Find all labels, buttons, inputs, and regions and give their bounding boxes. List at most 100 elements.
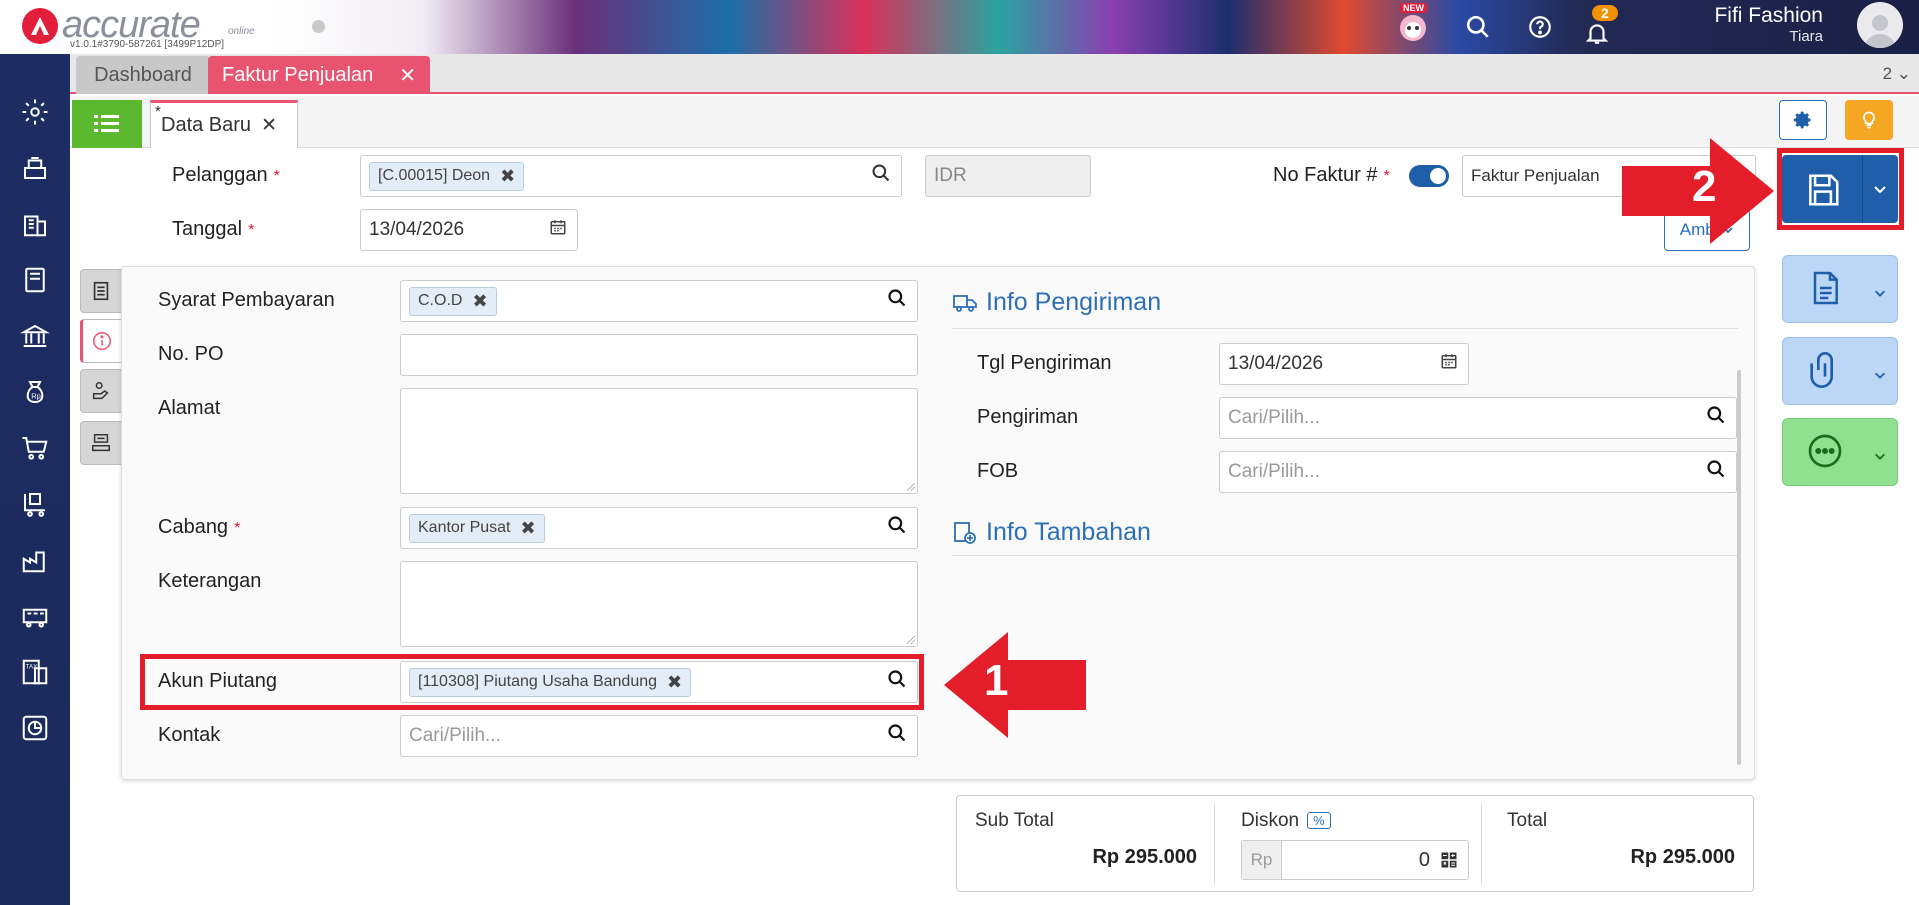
calendar-icon[interactable] — [1440, 352, 1458, 376]
document-add-icon — [952, 520, 978, 546]
search-icon[interactable] — [887, 723, 907, 749]
user-subtitle: Tiara — [1789, 28, 1823, 45]
money-bag-icon[interactable]: Rp — [17, 374, 53, 410]
payment-tab[interactable] — [80, 369, 122, 413]
tabs-bar: Dashboard Faktur Penjualan ✕ 2 ⌄ — [70, 54, 1919, 94]
help-icon[interactable] — [1523, 10, 1557, 44]
diskon-field[interactable]: Rp 0 — [1241, 840, 1469, 880]
search-icon[interactable] — [1461, 10, 1495, 44]
svg-text:TAX: TAX — [26, 663, 39, 670]
annotation-number-1: 1 — [984, 656, 1009, 705]
factory-icon[interactable] — [17, 542, 53, 578]
diskon-currency: Rp — [1242, 841, 1282, 879]
cost-tab[interactable] — [80, 421, 122, 465]
unsaved-marker: * — [155, 103, 161, 120]
chevron-down-icon — [1873, 286, 1887, 305]
subtab-data-baru[interactable]: * Data Baru ✕ — [150, 100, 298, 148]
calculator-icon[interactable] — [1440, 851, 1468, 869]
bank-icon[interactable] — [17, 318, 53, 354]
pelanggan-field[interactable]: [C.00015] Deon ✖ — [360, 155, 902, 197]
total-label: Total — [1507, 810, 1548, 831]
remove-chip-icon[interactable]: ✖ — [500, 166, 515, 187]
no-po-field[interactable] — [400, 334, 918, 376]
chevron-down-icon — [1873, 368, 1887, 387]
shopping-cart-icon[interactable] — [17, 430, 53, 466]
tgl-pengiriman-label: Tgl Pengiriman — [977, 352, 1112, 374]
list-icon — [94, 115, 119, 132]
tgl-pengiriman-field[interactable]: 13/04/2026 — [1219, 343, 1469, 385]
subtotal-label: Sub Total — [975, 810, 1054, 831]
form-settings-button[interactable] — [1779, 100, 1827, 140]
fob-label: FOB — [977, 460, 1019, 482]
highlight-akun-piutang — [140, 654, 924, 710]
currency-field: IDR — [925, 155, 1091, 197]
close-subtab-icon[interactable]: ✕ — [261, 114, 277, 137]
report-icon[interactable] — [17, 710, 53, 746]
attachment-button[interactable] — [1782, 337, 1898, 405]
keterangan-textarea[interactable] — [400, 561, 918, 647]
document-icon — [1805, 268, 1845, 313]
more-actions-button[interactable] — [1782, 418, 1898, 486]
user-name[interactable]: Fifi Fashion — [1714, 4, 1823, 28]
chevron-down-icon — [1873, 449, 1887, 468]
sales-icon[interactable] — [17, 150, 53, 186]
syarat-pembayaran-field[interactable]: C.O.D ✖ — [400, 280, 918, 322]
company-icon[interactable] — [17, 206, 53, 242]
search-icon[interactable] — [887, 515, 907, 541]
close-tab-icon[interactable]: ✕ — [399, 63, 416, 88]
cabang-field[interactable]: Kantor Pusat ✖ — [400, 507, 918, 549]
detail-items-tab[interactable] — [80, 269, 122, 313]
remove-chip-icon[interactable]: ✖ — [472, 291, 487, 312]
tab-faktur-penjualan-label: Faktur Penjualan — [222, 63, 374, 86]
list-view-button[interactable] — [72, 100, 142, 148]
no-po-label: No. PO — [158, 343, 224, 365]
auto-number-toggle[interactable] — [1409, 165, 1449, 187]
cabang-chip: Kantor Pusat ✖ — [409, 513, 545, 543]
delivery-truck-icon — [952, 291, 978, 315]
tab-dashboard[interactable]: Dashboard — [76, 56, 210, 94]
search-icon[interactable] — [1706, 459, 1726, 485]
subtotal-value: Rp 295.000 — [1092, 846, 1197, 868]
calendar-icon[interactable] — [549, 218, 567, 242]
subtab-label: Data Baru — [161, 114, 252, 136]
notification-count-badge: 2 — [1592, 5, 1618, 21]
lightbulb-icon — [1863, 111, 1875, 129]
ledger-icon[interactable] — [17, 262, 53, 298]
highlight-save-button — [1777, 148, 1904, 230]
left-sidebar: Rp TAX — [0, 54, 70, 905]
diskon-percent-toggle[interactable]: % — [1307, 812, 1331, 830]
info-tambahan-title: Info Tambahan — [952, 518, 1151, 547]
info-tab[interactable] — [80, 319, 122, 363]
alamat-label: Alamat — [158, 397, 221, 419]
settings-icon[interactable] — [17, 94, 53, 130]
info-icon — [93, 332, 111, 350]
panel-scrollbar[interactable] — [1737, 370, 1741, 765]
search-icon[interactable] — [871, 163, 891, 189]
syarat-pembayaran-label: Syarat Pembayaran — [158, 289, 335, 311]
total-value: Rp 295.000 — [1630, 846, 1735, 868]
warehouse-icon[interactable] — [17, 598, 53, 634]
bell-icon[interactable] — [1580, 16, 1614, 50]
pengiriman-field[interactable]: Cari/Pilih... — [1219, 397, 1737, 439]
tanggal-label: Tanggal * — [172, 218, 255, 240]
annotation-arrow-1 — [944, 632, 1086, 738]
syarat-chip: C.O.D ✖ — [409, 286, 497, 316]
remove-chip-icon[interactable]: ✖ — [521, 518, 536, 539]
print-document-button[interactable] — [1782, 255, 1898, 323]
search-icon[interactable] — [887, 288, 907, 314]
tips-button[interactable] — [1845, 100, 1893, 140]
accurate-logo-mark — [22, 7, 58, 44]
search-icon[interactable] — [1706, 405, 1726, 431]
kontak-field[interactable]: Cari/Pilih... — [400, 715, 918, 757]
logo-online-label: online — [228, 26, 255, 37]
user-avatar[interactable] — [1857, 2, 1903, 48]
tanggal-field[interactable]: 13/04/2026 — [360, 209, 578, 251]
tax-icon[interactable]: TAX — [17, 654, 53, 690]
tabs-count-dropdown[interactable]: 2 ⌄ — [1883, 64, 1911, 84]
mascot-icon[interactable] — [1396, 10, 1430, 44]
kontak-label: Kontak — [158, 724, 221, 746]
fob-field[interactable]: Cari/Pilih... — [1219, 451, 1737, 493]
tab-faktur-penjualan[interactable]: Faktur Penjualan ✕ — [208, 56, 430, 94]
inventory-cart-icon[interactable] — [17, 486, 53, 522]
alamat-textarea[interactable] — [400, 388, 918, 494]
